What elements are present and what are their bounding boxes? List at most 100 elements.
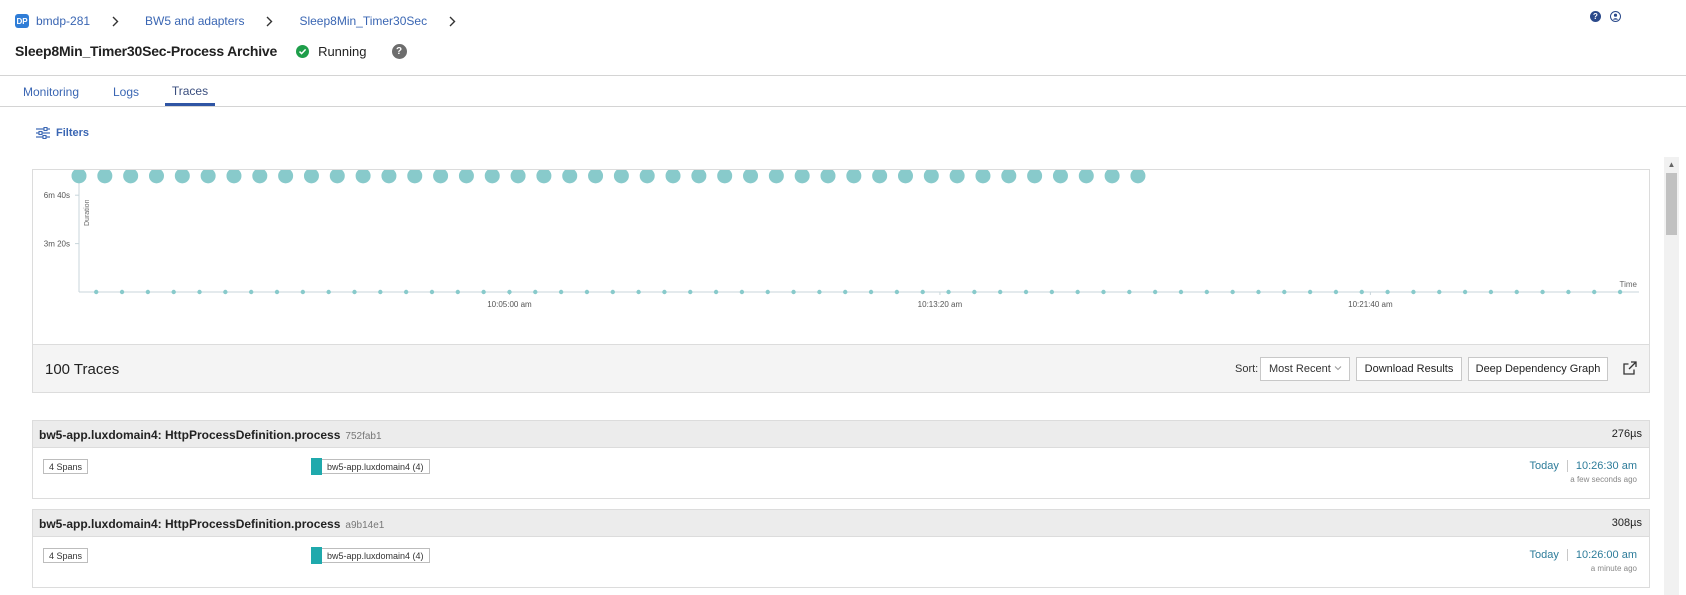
breadcrumb-item-project[interactable]: bmdp-281 xyxy=(36,14,90,28)
trace-point-large xyxy=(613,168,629,184)
trace-time: 10:26:00 am xyxy=(1575,549,1637,561)
trace-point-small xyxy=(894,289,900,295)
service-color-swatch xyxy=(311,547,322,564)
trace-header: bw5-app.luxdomain4: HttpProcessDefinitio… xyxy=(33,421,1649,448)
trace-row[interactable]: bw5-app.luxdomain4: HttpProcessDefinitio… xyxy=(32,509,1650,588)
trace-point-small xyxy=(326,289,331,295)
external-link-icon[interactable] xyxy=(1622,360,1638,376)
trace-point-large xyxy=(484,168,500,184)
trace-body: 4 Spans bw5-app.luxdomain4 (4) Today 10:2… xyxy=(33,448,1649,498)
download-results-button[interactable]: Download Results xyxy=(1356,357,1462,381)
service-label: bw5-app.luxdomain4 (4) xyxy=(322,548,430,563)
trace-point-large xyxy=(717,168,733,184)
trace-point-small xyxy=(946,289,951,295)
trace-point-large xyxy=(148,168,164,184)
trace-point-large xyxy=(975,168,991,184)
trace-point-small xyxy=(1178,289,1184,295)
trace-point-large xyxy=(407,168,423,184)
trace-point-small xyxy=(972,289,977,295)
spans-badge: 4 Spans xyxy=(43,459,89,474)
x-tick-label: 10:21:40 am xyxy=(1348,300,1393,309)
divider xyxy=(1566,549,1568,561)
trace-point-large xyxy=(510,168,526,184)
trace-name[interactable]: bw5-app.luxdomain4: HttpProcessDefinitio… xyxy=(39,517,384,531)
trace-point-small xyxy=(171,289,176,295)
trace-point-large xyxy=(1052,168,1068,184)
trace-point-small xyxy=(558,289,564,295)
x-tick-label: 10:13:20 am xyxy=(918,300,963,309)
page-scrollbar[interactable]: ▲ xyxy=(1664,157,1679,595)
trace-point-small xyxy=(1488,289,1494,295)
trace-point-large xyxy=(820,168,836,184)
trace-point-large xyxy=(200,168,216,184)
user-icon[interactable] xyxy=(1610,11,1621,22)
filters-button[interactable]: Filters xyxy=(36,127,89,139)
trace-relative-time: a few seconds ago xyxy=(1570,475,1637,484)
trace-point-small xyxy=(1411,289,1416,295)
trace-point-small xyxy=(197,289,202,295)
trace-point-large xyxy=(433,168,449,184)
trace-point-large xyxy=(1078,168,1094,184)
status-text: Running xyxy=(318,43,367,59)
trace-point-small xyxy=(300,289,306,295)
trace-point-small xyxy=(1566,289,1571,295)
trace-point-small xyxy=(248,289,254,295)
scroll-up-arrow-icon[interactable]: ▲ xyxy=(1664,157,1679,171)
trace-point-small xyxy=(1023,289,1029,295)
help-icon[interactable]: ? xyxy=(1590,11,1601,22)
tab-monitoring[interactable]: Monitoring xyxy=(14,76,88,107)
breadcrumb-item-app[interactable]: Sleep8Min_Timer30Sec xyxy=(299,14,427,28)
trace-point-large xyxy=(897,168,913,184)
trace-point-small xyxy=(274,289,280,295)
trace-point-small xyxy=(1514,289,1519,295)
deep-dependency-graph-button[interactable]: Deep Dependency Graph xyxy=(1468,357,1608,381)
trace-point-small xyxy=(713,289,719,295)
help-icon[interactable]: ? xyxy=(391,43,407,59)
trace-id: 752fab1 xyxy=(345,431,382,442)
trace-point-large xyxy=(329,168,345,184)
spans-badge: 4 Spans xyxy=(43,548,89,563)
trace-scatter-chart: 6m 40s 3m 20s 10:05:00 am 10:13:20 am 10:21:… xyxy=(32,168,1650,345)
trace-point-large xyxy=(743,168,759,184)
service-badge: bw5-app.luxdomain4 (4) xyxy=(311,458,430,475)
trace-point-small xyxy=(662,289,667,295)
x-axis-label: Time xyxy=(1620,280,1638,289)
trace-timestamp: Today 10:26:00 am xyxy=(1529,549,1637,561)
trace-point-small xyxy=(1230,289,1235,295)
trace-point-small xyxy=(688,289,693,295)
trace-name[interactable]: bw5-app.luxdomain4: HttpProcessDefinitio… xyxy=(39,428,382,442)
trace-point-small xyxy=(1282,289,1287,295)
trace-point-large xyxy=(174,168,190,184)
tab-traces[interactable]: Traces xyxy=(165,76,215,106)
trace-body: 4 Spans bw5-app.luxdomain4 (4) Today 10:2… xyxy=(33,537,1649,587)
trace-point-large xyxy=(536,168,552,184)
trace-point-large xyxy=(949,168,965,184)
trace-day: Today xyxy=(1529,460,1559,472)
trace-point-large xyxy=(768,168,784,184)
trace-row[interactable]: bw5-app.luxdomain4: HttpProcessDefinitio… xyxy=(32,420,1650,499)
chevron-right-icon xyxy=(449,16,456,27)
trace-point-small xyxy=(920,289,925,295)
breadcrumb-item-category[interactable]: BW5 and adapters xyxy=(145,14,244,28)
trace-point-large xyxy=(1001,168,1017,184)
trace-id: a9b14e1 xyxy=(345,520,385,531)
tab-logs[interactable]: Logs xyxy=(104,76,148,107)
chart-svg: 6m 40s 3m 20s 10:05:00 am 10:13:20 am 10:21:… xyxy=(44,168,1639,309)
trace-point-small xyxy=(997,289,1003,295)
trace-point-large xyxy=(562,168,578,184)
trace-time: 10:26:30 am xyxy=(1575,460,1637,472)
trace-point-small xyxy=(791,289,796,295)
trace-duration: 308µs xyxy=(1611,517,1642,529)
trace-point-small xyxy=(843,289,848,295)
trace-point-small xyxy=(1152,289,1158,295)
trace-day: Today xyxy=(1529,549,1559,561)
trace-point-small xyxy=(1204,289,1210,295)
trace-timestamp: Today 10:26:30 am xyxy=(1529,460,1637,472)
scroll-thumb[interactable] xyxy=(1666,173,1677,235)
chevron-right-icon xyxy=(266,16,273,27)
sort-select[interactable]: Most Recent xyxy=(1260,357,1350,381)
trace-point-small xyxy=(403,289,409,295)
traces-count: 100 Traces xyxy=(45,361,120,378)
service-color-swatch xyxy=(311,458,322,475)
top-bar: DP bmdp-281 BW5 and adapters Sleep8Min_T… xyxy=(0,0,1686,76)
